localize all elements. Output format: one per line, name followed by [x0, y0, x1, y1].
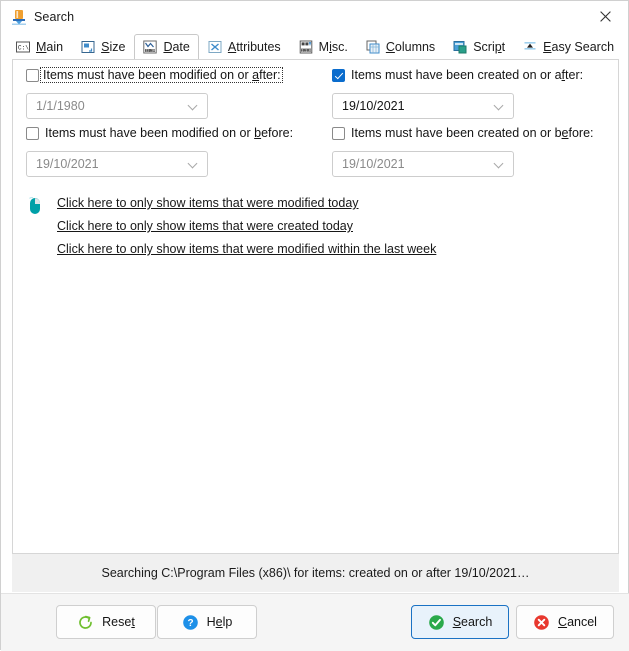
tab-main[interactable]: C:\ Main — [7, 34, 72, 59]
help-icon: ? — [182, 614, 199, 631]
search-button-label: Search — [453, 615, 493, 629]
cancel-button-label: Cancel — [558, 615, 597, 629]
link-created-today[interactable]: Click here to only show items that were … — [57, 219, 436, 233]
chevron-down-icon — [495, 101, 504, 110]
cancel-circle-icon — [533, 614, 550, 631]
date-options-panel: Items must have been modified on or afte… — [12, 59, 619, 554]
reset-button[interactable]: Reset — [56, 605, 156, 639]
tab-attributes[interactable]: Attributes — [199, 34, 290, 59]
search-tool-icon — [11, 9, 27, 25]
modified-before-date-value: 19/10/2021 — [36, 157, 99, 171]
cancel-button[interactable]: Cancel — [516, 605, 614, 639]
modified-after-label[interactable]: Items must have been modified on or afte… — [41, 68, 282, 82]
columns-icon — [365, 39, 381, 55]
tab-main-label: Main — [36, 40, 63, 54]
mouse-icon — [27, 197, 45, 217]
search-dialog-window: Search C:\ Main — [0, 0, 629, 650]
link-modified-today[interactable]: Click here to only show items that were … — [57, 196, 436, 210]
tab-columns-label: Columns — [386, 40, 435, 54]
search-button[interactable]: Search — [411, 605, 509, 639]
attributes-icon — [207, 39, 223, 55]
misc-icon: 1.1.0 — [298, 39, 314, 55]
dialog-button-bar: Reset ? Help Search — [1, 593, 629, 651]
tab-size-label: Size — [101, 40, 125, 54]
tab-script-label: Script — [473, 40, 505, 54]
chevron-down-icon — [189, 159, 198, 168]
svg-text:11.10: 11.10 — [146, 49, 156, 53]
tab-easy-search[interactable]: Easy Search — [514, 34, 623, 59]
modified-after-checkbox[interactable] — [26, 69, 39, 82]
chevron-down-icon — [189, 101, 198, 110]
chevron-down-icon — [495, 159, 504, 168]
tab-date-label: Date — [163, 40, 189, 54]
svg-text:1.1.0: 1.1.0 — [301, 48, 311, 52]
created-after-row: Items must have been created on or after… — [332, 68, 583, 82]
size-icon — [80, 39, 96, 55]
tab-misc[interactable]: 1.1.0 Misc. — [290, 34, 357, 59]
window-title: Search — [34, 10, 74, 24]
created-before-date-combo[interactable]: 19/10/2021 — [332, 151, 514, 177]
tab-attributes-label: Attributes — [228, 40, 281, 54]
console-icon: C:\ — [15, 39, 31, 55]
tab-columns[interactable]: Columns — [357, 34, 444, 59]
tab-misc-label: Misc. — [319, 40, 348, 54]
status-bar: Searching C:\Program Files (x86)\ for it… — [12, 554, 619, 592]
title-bar: Search — [1, 1, 628, 32]
tab-size[interactable]: Size — [72, 34, 134, 59]
created-after-checkbox[interactable] — [332, 69, 345, 82]
date-chart-icon: 11.10 — [142, 39, 158, 55]
tab-script[interactable]: Script — [444, 34, 514, 59]
svg-text:?: ? — [187, 618, 193, 629]
script-icon — [452, 39, 468, 55]
created-after-date-value: 19/10/2021 — [342, 99, 405, 113]
created-before-label[interactable]: Items must have been created on or befor… — [351, 126, 594, 140]
modified-after-row: Items must have been modified on or afte… — [26, 68, 282, 82]
tab-date[interactable]: 11.10 Date — [134, 34, 198, 59]
help-button-label: Help — [207, 615, 233, 629]
easy-search-icon — [522, 39, 538, 55]
link-modified-last-week[interactable]: Click here to only show items that were … — [57, 242, 436, 256]
quick-links-list: Click here to only show items that were … — [57, 196, 436, 265]
modified-after-date-combo[interactable]: 1/1/1980 — [26, 93, 208, 119]
check-circle-icon — [428, 614, 445, 631]
reset-button-label: Reset — [102, 615, 135, 629]
created-after-date-combo[interactable]: 19/10/2021 — [332, 93, 514, 119]
created-before-row: Items must have been created on or befor… — [332, 126, 594, 140]
status-text: Searching C:\Program Files (x86)\ for it… — [102, 566, 530, 580]
refresh-icon — [77, 614, 94, 631]
modified-before-date-combo[interactable]: 19/10/2021 — [26, 151, 208, 177]
created-before-checkbox[interactable] — [332, 127, 345, 140]
svg-text:C:\: C:\ — [18, 45, 29, 52]
created-after-label[interactable]: Items must have been created on or after… — [351, 68, 583, 82]
tab-strip: C:\ Main Size 11.10 — [1, 32, 628, 59]
close-icon[interactable] — [582, 1, 628, 32]
modified-before-label[interactable]: Items must have been modified on or befo… — [45, 126, 293, 140]
tab-easy-search-label: Easy Search — [543, 40, 614, 54]
modified-before-checkbox[interactable] — [26, 127, 39, 140]
help-button[interactable]: ? Help — [157, 605, 257, 639]
modified-before-row: Items must have been modified on or befo… — [26, 126, 293, 140]
created-before-date-value: 19/10/2021 — [342, 157, 405, 171]
modified-after-date-value: 1/1/1980 — [36, 99, 85, 113]
